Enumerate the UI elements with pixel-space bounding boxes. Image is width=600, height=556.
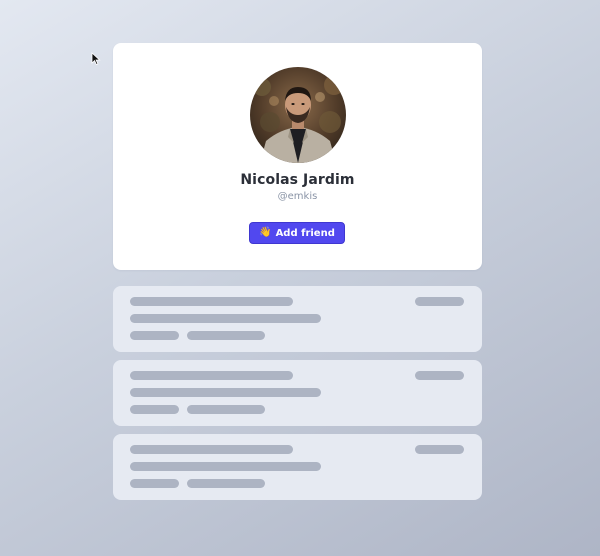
skeleton-tag-bar <box>130 331 179 340</box>
skeleton-card <box>113 286 482 352</box>
mouse-cursor-icon <box>91 52 101 66</box>
skeleton-badge-bar <box>415 371 464 380</box>
skeleton-title-bar <box>130 371 293 380</box>
skeleton-badge-bar <box>415 445 464 454</box>
waving-hand-icon: 👋 <box>259 227 272 238</box>
profile-name: Nicolas Jardim <box>240 172 355 188</box>
skeleton-tag-bar <box>187 405 265 414</box>
skeleton-tag-bar <box>130 405 179 414</box>
add-friend-label: Add friend <box>275 227 335 239</box>
profile-handle: @emkis <box>277 191 318 202</box>
add-friend-button[interactable]: 👋 Add friend <box>249 222 345 244</box>
avatar <box>250 67 346 163</box>
avatar-photo <box>250 67 346 163</box>
skeleton-tag-bar <box>187 331 265 340</box>
skeleton-card <box>113 434 482 500</box>
profile-card: Nicolas Jardim @emkis 👋 Add friend <box>113 43 482 270</box>
skeleton-tag-bar <box>187 479 265 488</box>
skeleton-text-bar <box>130 462 321 471</box>
skeleton-text-bar <box>130 314 321 323</box>
skeleton-card <box>113 360 482 426</box>
skeleton-title-bar <box>130 297 293 306</box>
skeleton-title-bar <box>130 445 293 454</box>
skeleton-tag-bar <box>130 479 179 488</box>
skeleton-text-bar <box>130 388 321 397</box>
skeleton-badge-bar <box>415 297 464 306</box>
